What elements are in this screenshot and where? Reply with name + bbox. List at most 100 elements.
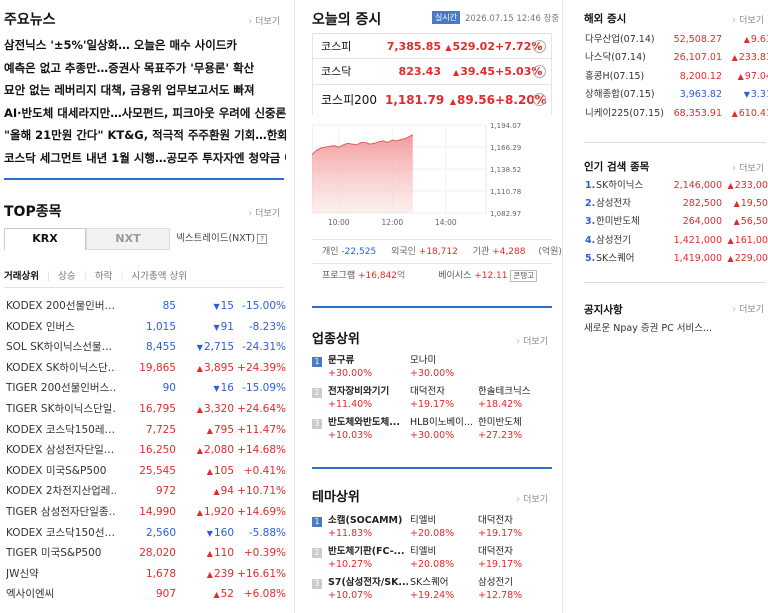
- global-index-change: 610.41: [720, 105, 768, 123]
- stock-row[interactable]: TIGER 미국S&P500 28,020 110 +0.39%: [4, 543, 286, 564]
- global-index-row[interactable]: 나스닥(07.14) 26,107.01233.83: [584, 49, 768, 67]
- stock-row[interactable]: TIGER SK하이닉스단일… 16,795 3,320+24.64%: [4, 399, 286, 420]
- sector-rank-cell[interactable]: 한솔테크닉스 +18.42%: [478, 386, 558, 411]
- kospi200-chart: 1,194.07 1,166.29 1,138.52 1,110.78 1,082.97…: [311, 117, 552, 239]
- investor-line: 개인 -22,525 외국인 +18,712 기관 +4,288 (억원): [312, 239, 562, 263]
- theme-rank-cell[interactable]: 삼성전기 +12.78%: [478, 577, 558, 602]
- global-more-link[interactable]: 더보기: [732, 13, 764, 26]
- sector-ranking: 1 문구류 +30.00% 모나미 +30.00% 2 전자장비와기기 +11.40% 대덕전자…: [312, 354, 552, 447]
- global-index-name: 다우산업(07.14): [585, 34, 655, 45]
- sort-tab-volume[interactable]: 거래상위: [4, 271, 39, 282]
- stock-row[interactable]: JW신약 1,678 239+16.61%: [4, 564, 286, 585]
- stock-row[interactable]: KODEX 삼성전자단일… 16,250 2,080+14.68%: [4, 440, 286, 461]
- section-divider: [4, 178, 284, 180]
- global-index-row[interactable]: 다우산업(07.14) 52,508.279.63: [584, 31, 768, 49]
- news-more-link[interactable]: 더보기: [248, 14, 280, 27]
- top-more-link[interactable]: 더보기: [248, 206, 280, 219]
- notice-more-link[interactable]: 더보기: [732, 302, 764, 315]
- popular-stock-row[interactable]: 3.한미반도체 264,00056,500: [584, 213, 768, 231]
- realtime-badge: 실시간: [432, 11, 461, 24]
- stock-row[interactable]: SOL SK하이닉스선물… 8,455 2,715 -24.31%: [4, 337, 286, 358]
- index-row[interactable]: 코스피200 1,181.7989.56+8.20%⌃: [312, 85, 552, 115]
- notice-title: 공지사항: [584, 304, 623, 316]
- global-title: 해외 증시: [584, 13, 627, 25]
- stock-row[interactable]: KODEX 코스닥150선… 2,560 160 -5.88%: [4, 523, 286, 544]
- theme-rank-cell[interactable]: 대덕전자 +19.17%: [478, 515, 558, 540]
- global-index-row[interactable]: 홍콩H(07.15) 8,200.1297.04: [584, 68, 768, 86]
- sector-rank-cell[interactable]: 전자장비와기기 +11.40%: [328, 386, 408, 411]
- global-index-change: 233.83: [720, 49, 768, 67]
- sort-tab-fall[interactable]: 하락: [95, 271, 112, 282]
- theme-rank-rate: +11.83%: [328, 527, 373, 539]
- chevron-down-icon[interactable]: ⌄: [533, 65, 546, 78]
- notice-item[interactable]: 새로운 Npay 증권 PC 서비스...: [584, 320, 712, 334]
- stock-row[interactable]: TIGER 삼성전자단일종… 14,990 1,920+14.69%: [4, 502, 286, 523]
- stock-name: SOL SK하이닉스선물…: [6, 341, 113, 354]
- stock-price: 28,020: [139, 547, 176, 560]
- nextrade-link[interactable]: 넥스트레이드(NXT)?: [176, 228, 268, 250]
- tab-nxt[interactable]: NXT: [86, 228, 170, 250]
- chevron-up-icon[interactable]: ⌃: [533, 93, 546, 106]
- popular-stock-row[interactable]: 4.삼성전기 1,421,000161,000: [584, 232, 768, 250]
- stock-row[interactable]: KODEX 미국S&P500 25,545 105 +0.41%: [4, 461, 286, 482]
- timestamp: 2026.07.15 12:46: [465, 14, 541, 24]
- news-headline[interactable]: 묘안 없는 레버리지 대책, 금융위 업무보고서도 빠져: [4, 79, 286, 102]
- x-tick-label: 14:00: [435, 218, 457, 227]
- section-divider: [312, 306, 552, 308]
- help-icon[interactable]: ?: [257, 233, 268, 244]
- stock-row[interactable]: TIGER 200선물인버스… 90 16 -15.09%: [4, 378, 286, 399]
- theme-more-link[interactable]: 더보기: [516, 492, 548, 505]
- index-row[interactable]: 코스닥 823.4339.45+5.03%⌄: [312, 59, 552, 85]
- stock-change: 1,920: [182, 502, 234, 524]
- news-headline[interactable]: AI·반도체 대세라지만…사모펀드, 피크아웃 우려에 신중론 확산: [4, 102, 286, 125]
- global-index-name: 나스닥(07.14): [585, 52, 646, 64]
- theme-rank-cell[interactable]: 대덕전자 +19.17%: [478, 546, 558, 571]
- news-title: 주요뉴스: [4, 12, 56, 28]
- stock-row[interactable]: 엑사이엔씨 907 52 +6.08%: [4, 584, 286, 605]
- stock-change: 105: [182, 461, 234, 483]
- news-headline[interactable]: "올해 21만원 간다" KT&G, 적극적 주주환원 기회…한화에어로,…: [4, 124, 286, 147]
- stock-price: 7,725: [145, 423, 176, 436]
- theme-rank-cell[interactable]: 소캠(SOCAMM) +11.83%: [328, 515, 408, 540]
- popular-rank: 3.: [585, 216, 596, 228]
- stock-rate: +0.39%: [243, 547, 286, 560]
- stock-rate: +0.41%: [243, 464, 286, 477]
- stock-row[interactable]: KODEX SK하이닉스단… 19,865 3,895+24.39%: [4, 358, 286, 379]
- market-status: 장중: [543, 14, 560, 24]
- sort-tab-marketcap[interactable]: 시가총액 상위: [132, 271, 187, 282]
- sort-tab-rise[interactable]: 상승: [58, 271, 75, 282]
- stock-price: 25,545: [139, 464, 176, 477]
- tab-krx[interactable]: KRX: [4, 228, 86, 250]
- global-index-row[interactable]: 상해종합(07.15) 3,963.823.31: [584, 86, 768, 104]
- theme-rank-cell[interactable]: 반도체기판(FC-... +10.27%: [328, 546, 408, 571]
- theme-rank-cell[interactable]: S7(삼성전자/SK... +10.07%: [328, 577, 408, 602]
- stock-change: 239: [182, 564, 234, 586]
- popular-stock-row[interactable]: 2.삼성전자 282,50019,500: [584, 195, 768, 213]
- sector-rank-rate: +30.00%: [410, 367, 455, 379]
- popular-more-link[interactable]: 더보기: [732, 161, 764, 174]
- sector-rank-cell[interactable]: 모나미 +30.00%: [410, 355, 490, 380]
- column-divider: [562, 0, 563, 613]
- tab-separator: |: [120, 271, 124, 282]
- sector-rank-cell[interactable]: 한미반도체 +27.23%: [478, 417, 558, 442]
- news-headline[interactable]: 예측은 없고 추종만…증권사 목표주가 '무용론' 확산: [4, 57, 286, 80]
- popular-stock-row[interactable]: 1.SK하이닉스 2,146,000233,000: [584, 177, 768, 195]
- stock-row[interactable]: KODEX 인버스 1,015 91 -8.23%: [4, 317, 286, 338]
- stock-rate: +24.39%: [237, 361, 286, 374]
- sector-rank-row: 3 반도체와반도체... +10.03% HLB이노베이... +30.00% 한미반도체…: [312, 416, 552, 447]
- chart-svg: 1,194.07 1,166.29 1,138.52 1,110.78 1,082.97…: [311, 122, 521, 227]
- global-index-row[interactable]: 니케이225(07.15) 68,353.91610.41: [584, 105, 768, 123]
- chevron-down-icon[interactable]: ⌄: [533, 40, 546, 53]
- sector-more-link[interactable]: 더보기: [516, 334, 548, 347]
- sector-rank-cell[interactable]: 문구류 +30.00%: [328, 355, 408, 380]
- news-headline[interactable]: 삼전닉스 '±5%'일상화… 오늘은 매수 사이드카: [4, 34, 286, 57]
- news-headline[interactable]: 코스닥 세그먼트 내년 1월 시행…공모주 투자자엔 청약금 이자 …: [4, 147, 286, 170]
- popular-stock-row[interactable]: 5.SK스퀘어 1,419,000229,000: [584, 250, 768, 268]
- stock-price: 16,250: [139, 444, 176, 457]
- stock-row[interactable]: KODEX 200선물인버… 85 15 -15.00%: [4, 296, 286, 317]
- stock-row[interactable]: KODEX 2차전지산업레… 972 94+10.71%: [4, 481, 286, 502]
- stock-name: TIGER 미국S&P500: [6, 547, 102, 560]
- index-row[interactable]: 코스피 7,385.85529.02+7.72%⌄: [312, 33, 552, 59]
- sector-rank-cell[interactable]: 반도체와반도체... +10.03%: [328, 417, 408, 442]
- stock-row[interactable]: KODEX 코스닥150레… 7,725 795+11.47%: [4, 420, 286, 441]
